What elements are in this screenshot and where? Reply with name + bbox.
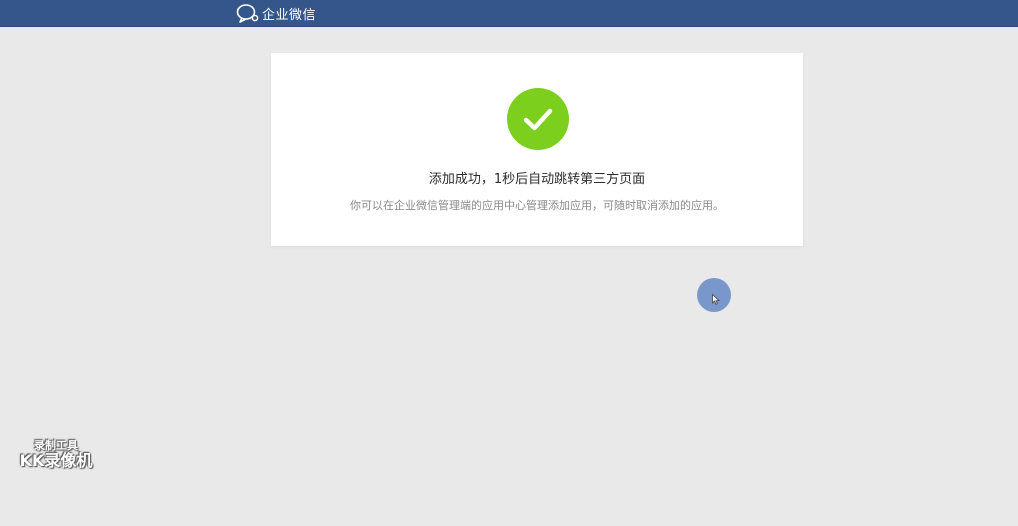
brand[interactable]: 企业微信 (236, 3, 316, 23)
success-title: 添加成功，1秒后自动跳转第三方页面 (428, 172, 646, 187)
cursor-arrow-icon (712, 294, 720, 305)
brand-name: 企业微信 (262, 7, 317, 23)
success-result-card: 添加成功，1秒后自动跳转第三方页面 你可以在企业微信管理端的应用中心管理添加应用… (271, 53, 803, 246)
check-icon (523, 108, 553, 131)
chat-bubble-icon (236, 3, 260, 23)
mouse-cursor-highlight (697, 278, 731, 312)
success-description: 你可以在企业微信管理端的应用中心管理添加应用，可随时取消添加的应用。 (350, 199, 724, 212)
top-navigation-bar: 企业微信 (0, 0, 1018, 27)
recorder-watermark: 录制工具 KK录像机 (16, 439, 96, 471)
watermark-line2: KK录像机 (19, 451, 93, 471)
success-status-badge (507, 88, 569, 150)
